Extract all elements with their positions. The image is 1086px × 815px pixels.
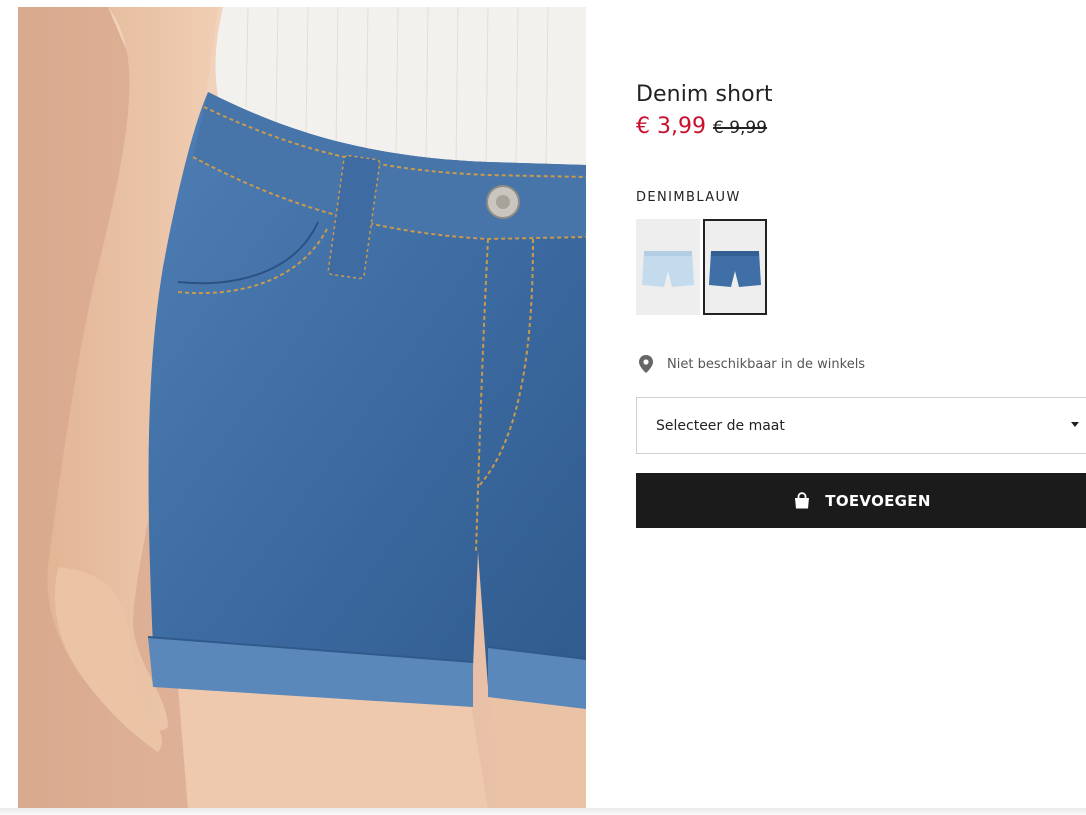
product-image[interactable] — [18, 7, 586, 809]
swatch-denim-blue[interactable] — [703, 219, 767, 315]
swatch-light-wash[interactable] — [636, 219, 700, 315]
size-select[interactable]: Selecteer de maat — [636, 397, 1086, 454]
original-price: € 9,99 — [712, 118, 768, 138]
sale-price: € 3,99 — [636, 114, 706, 139]
caret-down-icon — [1071, 422, 1079, 427]
product-title: Denim short — [636, 82, 773, 107]
price-row: € 3,99 € 9,99 — [636, 114, 767, 139]
denim-blue-shorts-thumbnail — [705, 221, 765, 313]
size-select-placeholder: Selecteer de maat — [656, 417, 785, 434]
color-name: DENIMBLAUW — [636, 190, 741, 205]
add-to-cart-label: TOEVOEGEN — [825, 491, 931, 510]
product-page: Denim short € 3,99 € 9,99 DENIMBLAUW Nie… — [0, 0, 1086, 815]
shopping-bag-icon — [795, 491, 810, 508]
page-bottom-divider — [0, 808, 1086, 815]
store-availability: Niet beschikbaar in de winkels — [637, 354, 865, 374]
availability-text: Niet beschikbaar in de winkels — [667, 356, 866, 372]
color-swatches — [636, 219, 767, 315]
light-wash-shorts-thumbnail — [636, 219, 700, 315]
add-to-cart-button[interactable]: TOEVOEGEN — [636, 473, 1086, 528]
location-pin-icon — [639, 355, 653, 373]
